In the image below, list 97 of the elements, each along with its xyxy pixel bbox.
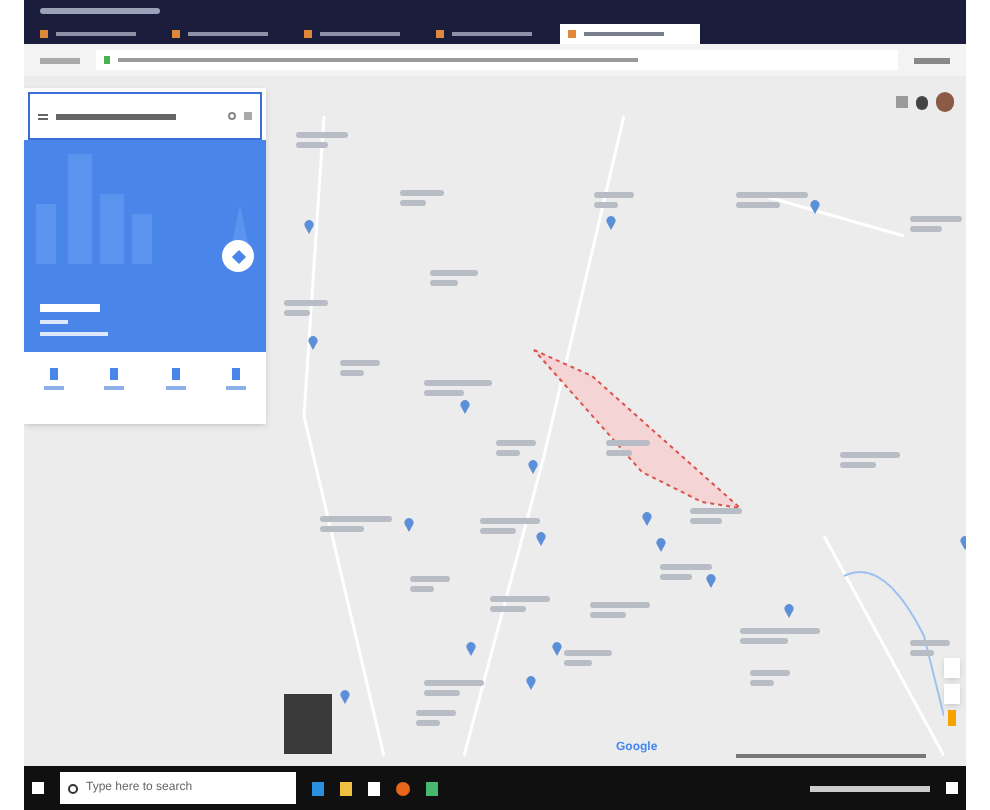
map-label-smudge [840,452,900,458]
map-label-smudge [496,440,536,446]
address-bar[interactable] [96,50,898,70]
favicon-icon [304,30,312,38]
map-label-smudge [690,518,722,524]
map-pin-icon[interactable] [404,518,414,532]
map-label-smudge [424,680,484,686]
map-label-smudge [320,516,392,522]
navigation-icon[interactable] [40,57,80,63]
map-label-smudge [606,450,633,456]
map-label-smudge [416,720,440,726]
action-icon [231,368,240,380]
map-label-smudge [400,190,444,196]
directions-icon [230,248,246,264]
map-label-smudge [564,650,612,656]
map-label-smudge [490,606,526,612]
map-pin-icon[interactable] [304,220,314,234]
map-pin-icon[interactable] [460,400,470,414]
map-label-smudge [910,226,942,232]
action-icon [50,368,59,380]
menu-icon[interactable] [38,113,48,119]
search-icon[interactable] [228,112,236,120]
map-label-smudge [740,638,788,644]
place-name-smudge [40,304,100,312]
system-tray-smudge [810,785,930,791]
map-label-smudge [284,300,328,306]
map-pin-icon[interactable] [528,460,538,474]
map-pin-icon[interactable] [466,642,476,656]
cortana-icon [68,783,78,793]
map-label-smudge [690,508,742,514]
map-label-smudge [564,660,593,666]
map-label-smudge [590,612,626,618]
map-label-smudge [424,690,460,696]
map-pin-icon[interactable] [606,216,616,230]
map-label-smudge [910,216,962,222]
map-label-smudge [750,670,790,676]
action-icon [110,368,119,380]
map-label-smudge [416,710,456,716]
map-label-smudge [594,202,618,208]
app-icon[interactable] [426,781,438,795]
map-pin-icon[interactable] [642,512,652,526]
map-label-smudge [910,650,934,656]
map-pin-icon[interactable] [656,538,666,552]
map-pin-icon[interactable] [552,642,562,656]
map-pin-icon[interactable] [340,690,350,704]
toolbar-icon[interactable] [914,57,950,63]
map-pin-icon[interactable] [308,336,318,350]
map-label-smudge [430,280,459,286]
map-pin-icon[interactable] [706,574,716,588]
map-label-smudge [594,192,634,198]
map-label-smudge [424,390,465,396]
favicon-icon [568,30,576,38]
map-label-smudge [424,380,492,386]
map-label-smudge [606,440,650,446]
map-label-smudge [736,202,780,208]
action-icon [171,368,180,380]
map-label-smudge [490,596,550,602]
favicon-icon [436,30,444,38]
query-smudge [56,113,176,119]
map-label-smudge [284,310,311,316]
map-label-smudge [340,360,380,366]
map-label-smudge [480,528,516,534]
map-label-smudge [660,564,712,570]
map-label-smudge [496,450,520,456]
title-smudge [40,7,160,13]
lock-icon [104,56,110,64]
map-label-smudge [840,462,876,468]
search-box[interactable] [28,92,262,140]
map-label-smudge [410,586,434,592]
map-label-smudge [430,270,478,276]
folder-icon[interactable] [340,781,352,795]
map-label-smudge [736,192,808,198]
map-pin-icon[interactable] [810,200,820,214]
map-label-smudge [660,574,692,580]
favicon-icon [172,30,180,38]
map-label-smudge [320,526,364,532]
map-pin-icon[interactable] [536,532,546,546]
favicon-icon [40,30,48,38]
start-icon[interactable] [32,782,44,794]
store-icon[interactable] [368,781,380,795]
map-label-smudge [590,602,650,608]
map-label-smudge [340,370,364,376]
directions-button[interactable] [222,240,254,272]
avatar-icon[interactable] [936,92,954,112]
layers-thumbnail[interactable] [284,694,332,754]
notification-icon[interactable] [916,95,928,109]
map-label-smudge [296,142,328,148]
map-label-smudge [410,576,450,582]
map-label-smudge [750,680,774,686]
map-label-smudge [296,132,348,138]
map-label-smudge [400,200,427,206]
map-label-smudge [910,640,950,646]
browser-tab[interactable] [560,24,700,44]
map-label-smudge [480,518,540,524]
map-pin-icon[interactable] [784,604,794,618]
map-label-smudge [740,628,820,634]
map-pin-icon[interactable] [526,676,536,690]
